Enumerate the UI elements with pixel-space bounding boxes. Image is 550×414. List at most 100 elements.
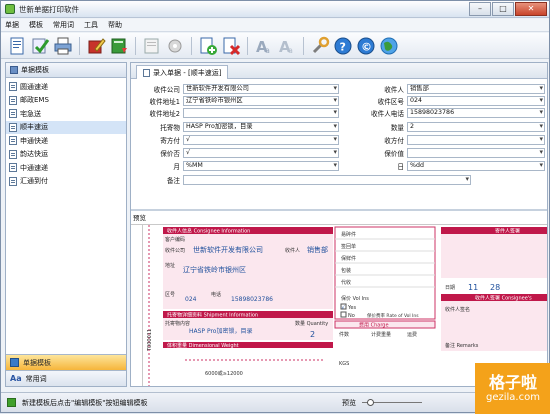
nav-item[interactable]: 汇通到付: [6, 175, 126, 189]
preview-qty: 2: [310, 330, 315, 339]
font-a-icon[interactable]: Aa: [254, 36, 274, 56]
value-label: 保价 Vol Ins: [341, 295, 369, 302]
menu-item-common-words[interactable]: 常用词: [53, 20, 74, 30]
preview-day: 28: [490, 283, 500, 292]
new-doc-icon[interactable]: [7, 36, 27, 56]
service-2: 签回单: [341, 243, 356, 250]
wrench-icon[interactable]: [310, 36, 330, 56]
svg-text:©: ©: [361, 40, 372, 53]
maximize-button[interactable]: □: [492, 2, 514, 16]
form-row: 备注: [131, 175, 471, 185]
font-b-icon[interactable]: Aa: [277, 36, 297, 56]
field-label: 日: [397, 163, 404, 171]
nav-item[interactable]: 中通速递: [6, 161, 126, 175]
form-field[interactable]: √: [183, 148, 339, 158]
form-field[interactable]: [183, 175, 471, 185]
menu-item-documents[interactable]: 单据: [5, 20, 19, 30]
charge-header: 费用 Charge: [359, 322, 389, 329]
dim-header: 体积重量 Dimensional Weight: [167, 342, 239, 349]
nav-bottom-tabs: 单据模板 Aa 常用词: [6, 354, 126, 386]
template-icon[interactable]: [142, 36, 162, 56]
nav-tab-label: 常用词: [25, 374, 47, 383]
watermark-small: gezila.com: [486, 391, 540, 403]
nav-header-label: 单据模板: [21, 66, 49, 74]
document-icon: [9, 109, 17, 119]
toolbar-separator: [135, 36, 136, 55]
form-field[interactable]: [183, 108, 339, 118]
form-row: 收件地址2: [131, 108, 339, 118]
settings-icon[interactable]: [165, 36, 185, 56]
delete-icon[interactable]: [221, 36, 241, 56]
form-row: 保价值: [347, 148, 545, 158]
globe-icon[interactable]: [379, 36, 399, 56]
dim-formula: 6000或≥12000: [205, 370, 243, 377]
edit-icon[interactable]: [86, 36, 106, 56]
field-label: 收件公司: [153, 86, 180, 94]
nav-tab-common-words[interactable]: Aa 常用词: [6, 370, 126, 386]
preview-area: 024: [185, 296, 197, 303]
check-icon[interactable]: [30, 36, 50, 56]
site-watermark: 格子啦 gezila.com: [475, 363, 550, 414]
form-field[interactable]: 辽宁省铁岭市银州区: [183, 96, 339, 106]
book-icon[interactable]: [109, 36, 129, 56]
area-label: 区号: [165, 292, 175, 298]
svg-text:a: a: [265, 46, 270, 55]
form-field[interactable]: [407, 135, 545, 145]
minimize-button[interactable]: –: [469, 2, 491, 16]
menu-item-tools[interactable]: 工具: [84, 20, 98, 30]
menu-item-templates[interactable]: 模板: [29, 20, 43, 30]
nav-item[interactable]: 顺丰速运: [6, 120, 126, 134]
form-field[interactable]: %MM: [183, 161, 339, 171]
nav-item[interactable]: 邮政EMS: [6, 94, 126, 108]
help-icon[interactable]: ?: [333, 36, 353, 56]
form-field[interactable]: %dd: [407, 161, 545, 171]
preview-phone: 15898023786: [231, 296, 273, 303]
info-icon[interactable]: ©: [356, 36, 376, 56]
document-icon: [9, 149, 17, 159]
close-button[interactable]: ✕: [515, 2, 547, 16]
form-field[interactable]: 15898023786: [407, 108, 545, 118]
form-field[interactable]: 2: [407, 122, 545, 132]
field-label: 月: [173, 163, 180, 171]
nav-header-icon: [10, 66, 18, 74]
document-icon: [9, 82, 17, 92]
nav-item[interactable]: 圆通速递: [6, 80, 126, 94]
entry-form: 收件公司世新软件开发有限公司收件地址1辽宁省铁岭市银州区收件地址2 托寄物HASP…: [131, 81, 547, 208]
print-icon[interactable]: [53, 36, 73, 56]
waybill-preview: T000011 收件人信息 Consignee Information 客户编码…: [147, 225, 547, 386]
nav-item-label: 中通速递: [20, 163, 48, 172]
form-field[interactable]: 世新软件开发有限公司: [183, 84, 339, 94]
form-field[interactable]: 024: [407, 96, 545, 106]
window-title: 世新单据打印软件: [19, 4, 79, 14]
document-icon: [9, 176, 17, 186]
preview-month: 11: [468, 283, 478, 292]
nav-item[interactable]: 宅急送: [6, 107, 126, 121]
form-field[interactable]: [407, 148, 545, 158]
svg-text:a: a: [288, 46, 293, 55]
contact-label: 收件人: [285, 247, 300, 254]
field-label: 收方付: [384, 137, 404, 145]
watermark-big: 格子啦: [488, 372, 537, 392]
menu-item-help[interactable]: 帮助: [108, 20, 122, 30]
tab-enter-document[interactable]: 录入单据 - [顺丰速运]: [136, 65, 229, 79]
nav-tab-templates[interactable]: 单据模板: [6, 354, 126, 370]
document-icon: [9, 95, 17, 105]
zoom-label: 预览: [342, 399, 356, 407]
form-field[interactable]: HASP Pro加密锁，目录: [183, 122, 339, 132]
templates-tab-icon: [10, 358, 19, 367]
form-field[interactable]: √: [183, 135, 339, 145]
add-icon[interactable]: [198, 36, 218, 56]
remarks-label: 备注 Remarks: [445, 342, 479, 349]
nav-item-label: 韵达快运: [20, 150, 48, 159]
toolbar: Aa Aa ? ©: [1, 33, 549, 59]
nav-item[interactable]: 韵达快运: [6, 148, 126, 162]
zoom-knob[interactable]: [367, 399, 375, 406]
zoom-slider[interactable]: [362, 399, 422, 406]
form-field[interactable]: 销售部: [407, 84, 545, 94]
nav-item[interactable]: 申通快递: [6, 134, 126, 148]
preview-address: 辽宁省铁岭市银州区: [183, 265, 246, 274]
document-icon: [9, 136, 17, 146]
toolbar-separator: [79, 36, 80, 55]
template-nav-panel: 单据模板 圆通速递 邮政EMS 宅急送 顺丰速运 申通快递韵达快运中通速递汇通到付 单据…: [5, 62, 127, 387]
form-row: 收方付: [347, 135, 545, 145]
